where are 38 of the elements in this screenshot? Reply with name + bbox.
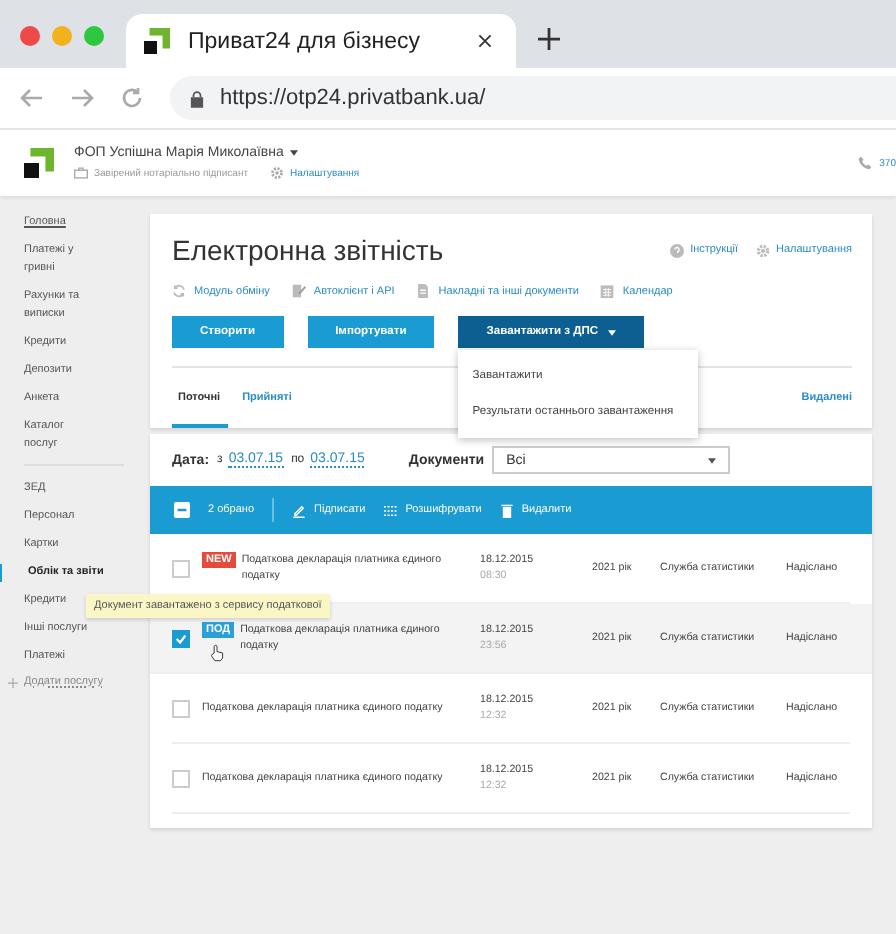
document-pen-icon[interactable] [291, 284, 306, 298]
address-bar[interactable]: https://otp24.privatbank.ua/ [170, 76, 896, 120]
lock-icon [190, 89, 204, 107]
caret-icon [608, 329, 617, 335]
browser-tab[interactable]: Приват24 для бізнесу [126, 14, 516, 68]
row-checkbox[interactable] [172, 559, 190, 577]
grid-icon[interactable] [383, 503, 398, 517]
phone-icon [857, 156, 872, 170]
row-checkbox[interactable] [172, 629, 190, 647]
settings-icon[interactable] [270, 166, 285, 180]
briefcase-icon [74, 166, 88, 180]
caret-icon[interactable] [289, 150, 298, 156]
caret-icon [708, 457, 717, 463]
maximize-window-dot[interactable] [84, 26, 104, 46]
trash-icon[interactable] [499, 503, 514, 517]
forward-arrow-icon[interactable] [70, 86, 94, 110]
reload-icon[interactable] [120, 86, 144, 110]
settings-icon[interactable] [755, 243, 770, 257]
bank-logo-icon [144, 28, 170, 54]
close-window-dot[interactable] [20, 26, 40, 46]
bank-logo-icon [24, 148, 54, 178]
calendar-icon[interactable] [600, 284, 615, 298]
minimize-window-dot[interactable] [52, 26, 72, 46]
select-all-checkbox[interactable] [174, 502, 190, 518]
back-arrow-icon[interactable] [20, 86, 44, 110]
pen-icon[interactable] [292, 503, 307, 517]
exchange-icon[interactable] [172, 284, 186, 298]
page-title: Електронна звітність [172, 234, 444, 266]
help-icon[interactable] [670, 243, 685, 257]
hand-cursor-icon [210, 644, 224, 662]
url-text: https://otp24.privatbank.ua/ [220, 86, 486, 110]
row-checkbox[interactable] [172, 769, 190, 787]
tab-title: Приват24 для бізнесу [188, 29, 422, 53]
close-icon[interactable] [478, 34, 492, 48]
plus-icon[interactable] [8, 677, 18, 687]
document-icon[interactable] [416, 284, 431, 298]
new-tab-icon[interactable] [538, 28, 560, 50]
row-checkbox[interactable] [172, 699, 190, 717]
